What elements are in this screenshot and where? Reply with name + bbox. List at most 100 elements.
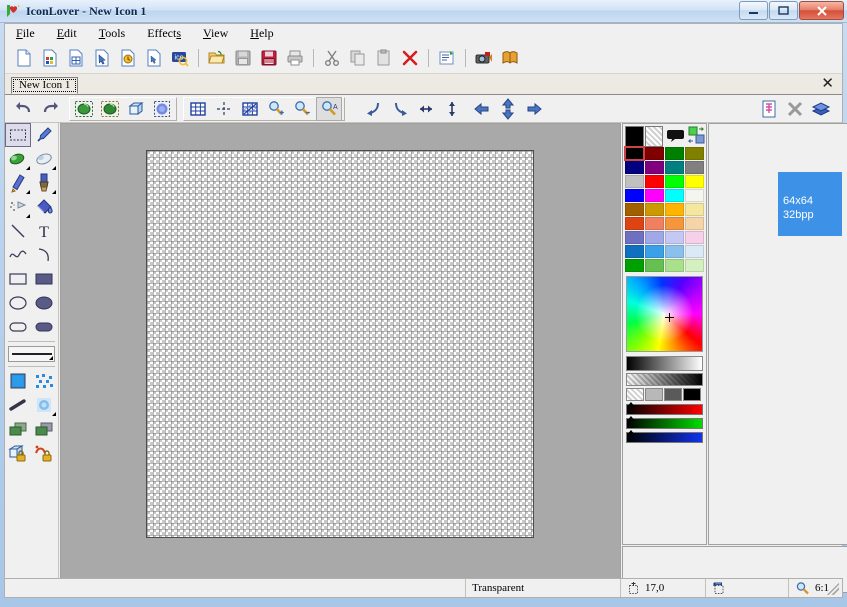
color-swatch[interactable] (645, 217, 664, 230)
color-swatch[interactable] (685, 147, 704, 160)
tool-text[interactable]: T (31, 219, 57, 243)
alpha-preset-opaque[interactable] (683, 388, 701, 401)
new-animated-cursor-button[interactable] (117, 47, 139, 69)
shift-right-button[interactable] (522, 98, 546, 120)
new-cursor-button[interactable] (91, 47, 113, 69)
color-swatch[interactable] (685, 259, 704, 272)
menu-help[interactable]: Help (239, 24, 284, 43)
menu-effects[interactable]: Effects (136, 24, 192, 43)
toggle-grid-button[interactable] (186, 98, 210, 120)
flip-vertical-button[interactable] (440, 98, 464, 120)
alpha-preset-transparent[interactable] (626, 388, 644, 401)
color-swatch[interactable] (625, 245, 644, 258)
color-swatch[interactable] (645, 231, 664, 244)
color-swatch[interactable] (685, 231, 704, 244)
alpha-preset-light[interactable] (645, 388, 663, 401)
tool-rectangular-select[interactable] (5, 123, 31, 147)
close-tab-button[interactable]: ✕ (821, 76, 834, 92)
color-swatch[interactable] (665, 203, 684, 216)
capture-camera-button[interactable] (473, 47, 495, 69)
flip-horizontal-button[interactable] (414, 98, 438, 120)
tool-airbrush[interactable] (5, 195, 31, 219)
ico-format-button[interactable]: ico (169, 47, 191, 69)
color-swatch[interactable] (625, 147, 644, 160)
minimize-button[interactable] (739, 1, 768, 20)
color-swatch[interactable] (665, 259, 684, 272)
resize-grip-icon[interactable] (827, 583, 839, 595)
undo-button[interactable] (12, 98, 36, 120)
menu-file[interactable]: File (5, 24, 46, 43)
new-icon-button[interactable] (13, 47, 35, 69)
color-spectrum-picker[interactable] (626, 276, 703, 352)
color-swatch[interactable] (645, 245, 664, 258)
canvas-background[interactable] (61, 124, 620, 592)
tool-eraser-green[interactable] (5, 147, 31, 171)
tool-ellipse-filled[interactable] (31, 291, 57, 315)
print-button[interactable] (284, 47, 306, 69)
color-swatch[interactable] (665, 245, 684, 258)
copy-button[interactable] (347, 47, 369, 69)
color-swatch[interactable] (685, 175, 704, 188)
new-icon-library-button[interactable] (65, 47, 87, 69)
color-swatch[interactable] (625, 175, 644, 188)
blue-channel-bar[interactable] (626, 432, 703, 443)
tool-ellipse[interactable] (5, 291, 31, 315)
properties-button[interactable] (436, 47, 458, 69)
color-swatch[interactable] (625, 203, 644, 216)
tool-paint-bucket[interactable] (31, 195, 57, 219)
tool-rounded-rect[interactable] (5, 315, 31, 339)
tool-curve[interactable] (5, 243, 31, 267)
swap-colors-button[interactable] (688, 126, 705, 145)
color-swatch[interactable] (625, 189, 644, 202)
color-swatch[interactable] (645, 161, 664, 174)
tool-rectangle[interactable] (5, 267, 31, 291)
tool-lock-3d[interactable] (5, 441, 31, 465)
green-channel-bar[interactable] (626, 418, 703, 429)
color-swatch[interactable] (665, 189, 684, 202)
zoom-actual-button[interactable]: A (316, 97, 342, 121)
menu-tools[interactable]: Tools (88, 24, 137, 43)
color-swatch[interactable] (665, 161, 684, 174)
maximize-button[interactable] (769, 1, 798, 20)
tool-brush[interactable] (31, 171, 57, 195)
color-swatch[interactable] (685, 161, 704, 174)
canvas-pane[interactable] (60, 123, 621, 593)
color-swatch[interactable] (665, 147, 684, 160)
tool-pencil[interactable] (5, 171, 31, 195)
close-button[interactable] (799, 1, 844, 20)
color-swatch[interactable] (685, 217, 704, 230)
tool-gradient-fill[interactable] (5, 369, 31, 393)
tool-arc[interactable] (31, 243, 57, 267)
help-book-button[interactable] (499, 47, 521, 69)
invert-selection-button[interactable] (98, 98, 122, 120)
rotate-right-button[interactable] (388, 98, 412, 120)
color-swatch[interactable] (665, 231, 684, 244)
select-all-button[interactable] (72, 98, 96, 120)
tool-eraser[interactable] (31, 147, 57, 171)
grayscale-gradient-bar[interactable] (626, 356, 703, 371)
toggle-hotspot-button[interactable] (238, 98, 262, 120)
line-width-selector[interactable] (8, 346, 55, 362)
icon-editing-canvas[interactable] (146, 150, 534, 538)
delete-button[interactable] (399, 47, 421, 69)
green-channel-marker-icon[interactable] (627, 416, 635, 421)
save-button[interactable] (232, 47, 254, 69)
secondary-color-swatch[interactable] (645, 126, 664, 147)
primary-color-swatch[interactable] (625, 126, 644, 147)
rotate-left-button[interactable] (362, 98, 386, 120)
color-swatch[interactable] (625, 161, 644, 174)
menu-view[interactable]: View (192, 24, 239, 43)
alpha-gradient-bar[interactable] (626, 373, 703, 386)
layers-button[interactable] (809, 98, 833, 120)
color-swatch[interactable] (685, 245, 704, 258)
open-folder-button[interactable] (206, 47, 228, 69)
tool-rounded-rect-filled[interactable] (31, 315, 57, 339)
import-button[interactable] (143, 47, 165, 69)
red-channel-bar[interactable] (626, 404, 703, 415)
tool-noise-fill[interactable] (31, 369, 57, 393)
color-swatch[interactable] (685, 203, 704, 216)
icon-preview-thumbnail[interactable]: 64x64 32bpp (778, 172, 842, 236)
new-image-button[interactable] (39, 47, 61, 69)
cut-button[interactable] (321, 47, 343, 69)
color-shape-preview[interactable] (666, 126, 687, 145)
